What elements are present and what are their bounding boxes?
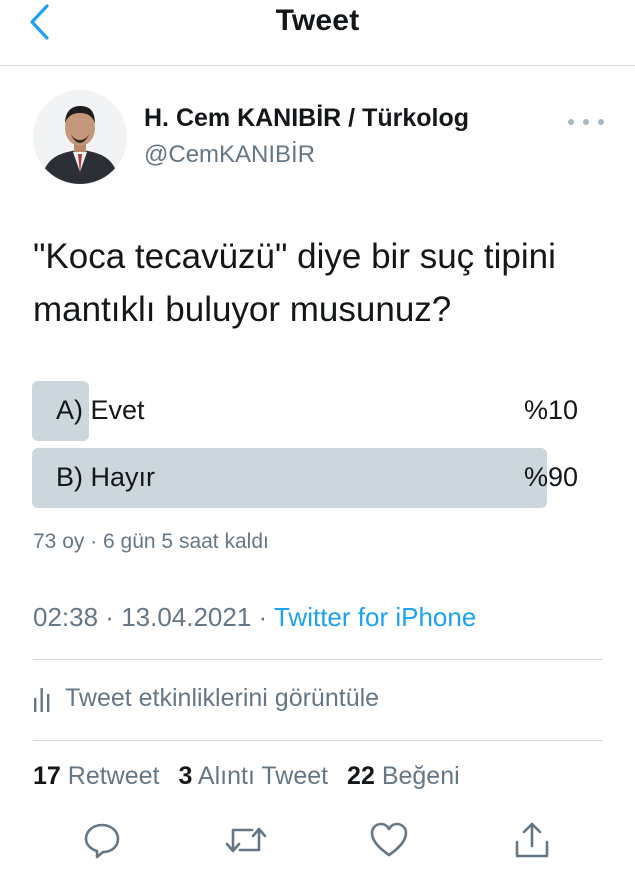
poll-option-a[interactable]: A) Evet %10: [32, 381, 580, 441]
retweet-button[interactable]: [224, 818, 268, 862]
poll-option-label: A) Evet: [56, 395, 145, 425]
retweets-count: 17: [33, 762, 61, 790]
header: Tweet: [0, 0, 635, 66]
share-icon: [515, 822, 549, 858]
like-icon: [370, 822, 408, 857]
tweet-source-link[interactable]: Twitter for iPhone: [274, 602, 476, 632]
reply-button[interactable]: [80, 818, 124, 862]
poll-meta: 73 oy · 6 gün 5 saat kaldı: [33, 530, 269, 554]
author-name[interactable]: H. Cem KANIBİR / Türkolog: [144, 104, 469, 133]
tweet-date: 13.04.2021: [121, 602, 252, 632]
analytics-icon: [34, 688, 50, 712]
share-button[interactable]: [510, 818, 554, 862]
tweet-text-line: mantıklı buluyor musunuz?: [33, 290, 452, 329]
tweet-text-line: "Koca tecavüzü" diye bir suç tipini: [33, 237, 556, 276]
avatar[interactable]: [33, 90, 127, 184]
quotes-count: 3: [178, 762, 193, 790]
poll-option-percent: %90: [523, 462, 578, 492]
tweet-page: Tweet H. Cem KANIBİR / Türkolog @CemKANI…: [0, 0, 635, 876]
likes-count: 22: [347, 762, 375, 790]
like-button[interactable]: [367, 818, 411, 862]
retweets-stat[interactable]: 17 Retweet: [33, 762, 159, 790]
tweet-time: 02:38: [33, 602, 99, 632]
retweets-label: Retweet: [67, 762, 160, 790]
tweet-activity-label: Tweet etkinliklerini görüntüle: [65, 683, 380, 712]
poll-votes: 73 oy: [33, 530, 85, 553]
quotes-stat[interactable]: 3 Alıntı Tweet: [178, 762, 328, 790]
separator: ·: [251, 602, 274, 632]
author-handle[interactable]: @CemKANIBİR: [144, 141, 315, 169]
avatar-image: [33, 90, 127, 184]
likes-label: Beğeni: [381, 762, 460, 790]
tweet-stats: 17 Retweet 3 Alıntı Tweet 22 Beğeni: [33, 762, 472, 791]
poll-remaining: 6 gün 5 saat kaldı: [103, 530, 269, 553]
divider: [33, 740, 603, 741]
quotes-label: Alıntı Tweet: [197, 762, 329, 790]
reply-icon: [84, 823, 120, 859]
separator: ·: [98, 602, 122, 632]
separator: ·: [84, 530, 104, 553]
poll-option-percent: %10: [523, 395, 578, 425]
tweet-activity-button[interactable]: Tweet etkinliklerini görüntüle: [33, 680, 379, 716]
page-title: Tweet: [275, 4, 360, 37]
poll-option-b[interactable]: B) Hayır %90: [32, 448, 580, 508]
action-bar: [0, 818, 635, 868]
tweet-text: "Koca tecavüzü" diye bir suç tipini mant…: [33, 230, 613, 336]
likes-stat[interactable]: 22 Beğeni: [347, 762, 460, 790]
more-icon[interactable]: [568, 110, 604, 134]
timestamp: 02:38 · 13.04.2021 · Twitter for iPhone: [33, 602, 476, 633]
divider: [33, 659, 603, 660]
poll-option-label: B) Hayır: [56, 462, 156, 492]
retweet-icon: [225, 827, 267, 853]
